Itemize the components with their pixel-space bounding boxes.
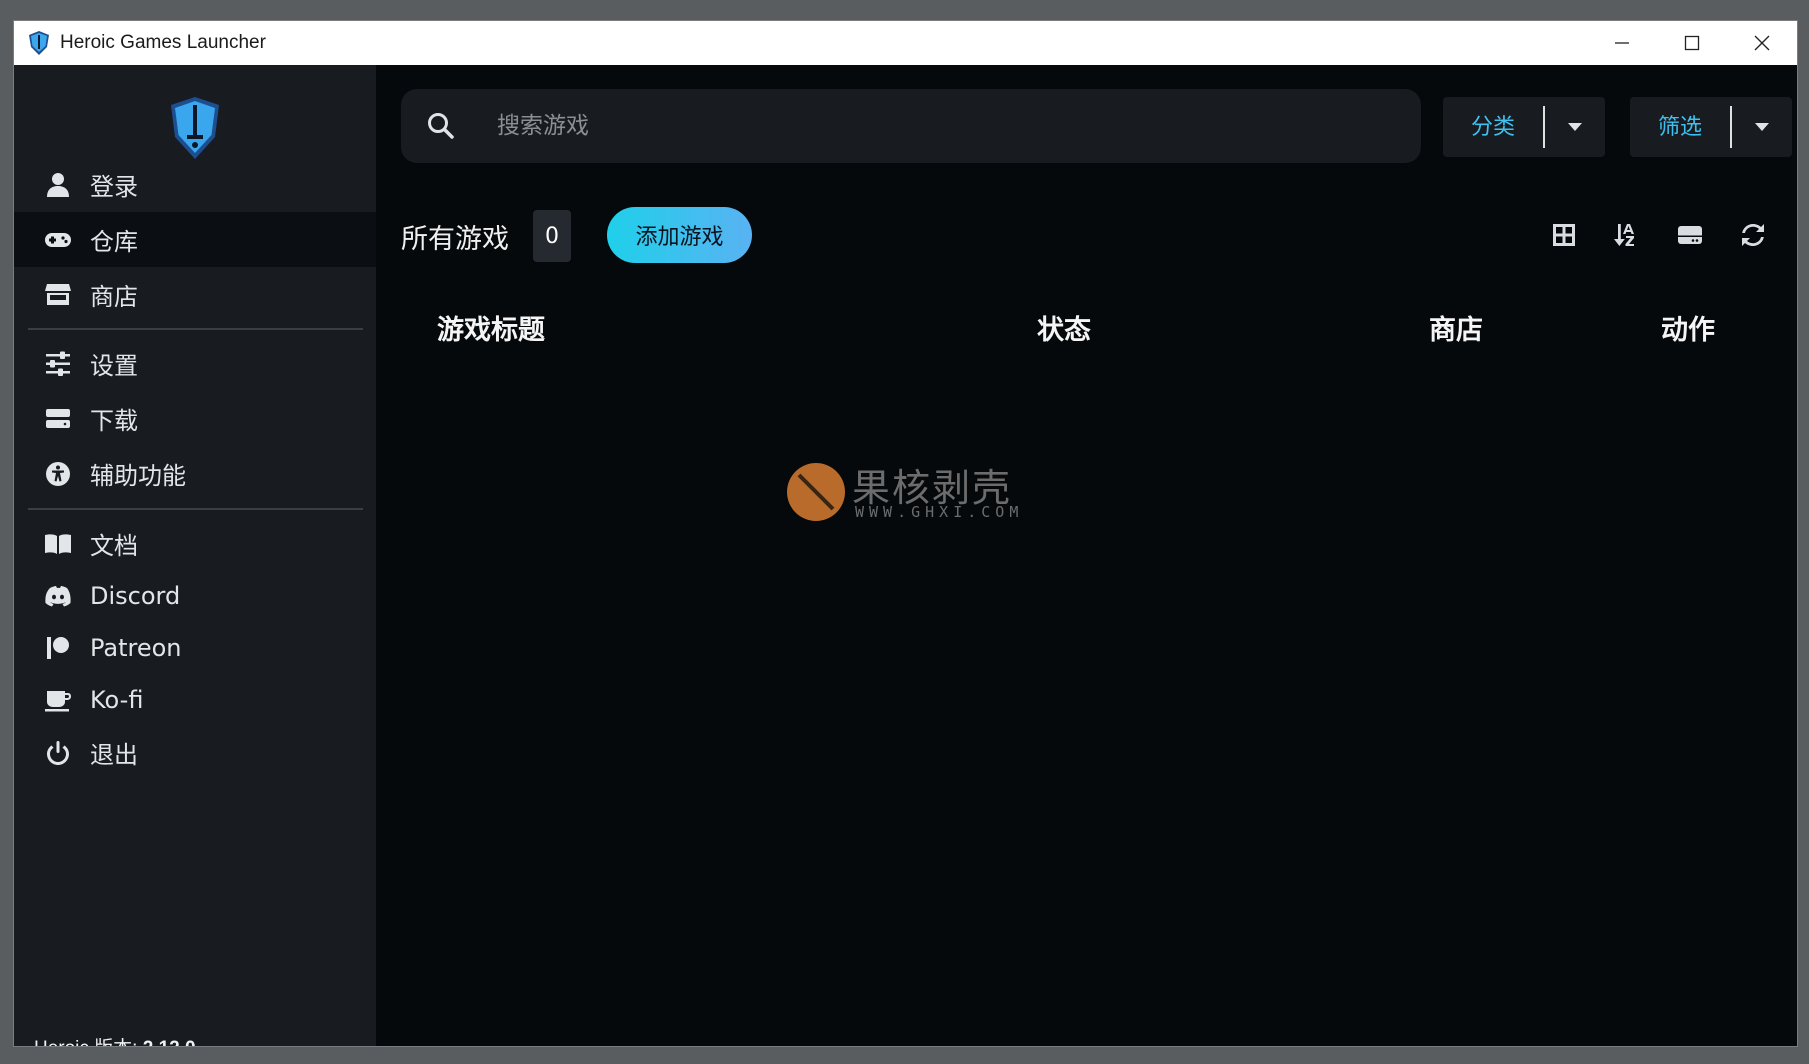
sidebar-item-label: 设置 bbox=[90, 352, 138, 380]
sidebar-item-store[interactable]: 商店 bbox=[14, 267, 376, 322]
gamepad-icon bbox=[40, 222, 76, 258]
column-header-store[interactable]: 商店 bbox=[1429, 308, 1483, 347]
search-bar bbox=[401, 89, 1421, 163]
sidebar-item-docs[interactable]: 文档 bbox=[14, 516, 376, 571]
game-count-badge: 0 bbox=[533, 210, 571, 262]
sort-alpha-icon[interactable] bbox=[1606, 215, 1646, 255]
sidebar-item-label: 文档 bbox=[90, 532, 138, 560]
version-number: 2.12.0 bbox=[143, 1038, 196, 1046]
power-icon bbox=[40, 735, 76, 771]
sidebar-item-settings[interactable]: 设置 bbox=[14, 336, 376, 391]
accessibility-icon bbox=[40, 456, 76, 492]
minimize-button[interactable] bbox=[1587, 21, 1657, 65]
sidebar-item-label: 商店 bbox=[90, 283, 138, 311]
caret-down-icon[interactable] bbox=[1545, 123, 1605, 131]
main-content: 分类 筛选 所有游戏 0 添加游戏 游戏标题 状态 bbox=[376, 65, 1797, 1046]
search-input[interactable] bbox=[497, 113, 1257, 139]
sidebar-item-kofi[interactable]: Ko-fi bbox=[14, 672, 376, 727]
coffee-icon bbox=[40, 682, 76, 718]
maximize-button[interactable] bbox=[1657, 21, 1727, 65]
sidebar-item-accessibility[interactable]: 辅助功能 bbox=[14, 446, 376, 501]
sidebar-item-downloads[interactable]: 下载 bbox=[14, 391, 376, 446]
sidebar-item-label: 下载 bbox=[90, 407, 138, 435]
sidebar-item-discord[interactable]: Discord bbox=[14, 568, 376, 623]
app-window: Heroic Games Launcher 登录 仓库 商店 设置 下载 辅助功… bbox=[13, 20, 1798, 1047]
refresh-icon[interactable] bbox=[1733, 215, 1773, 255]
version-label: Heroic 版本: bbox=[34, 1038, 137, 1046]
close-icon bbox=[1754, 35, 1770, 51]
add-game-button[interactable]: 添加游戏 bbox=[607, 207, 752, 263]
patreon-icon bbox=[40, 630, 76, 666]
window-title: Heroic Games Launcher bbox=[60, 32, 266, 53]
column-header-status[interactable]: 状态 bbox=[1037, 308, 1091, 347]
sidebar-item-label: Ko-fi bbox=[90, 685, 144, 714]
sidebar-item-library[interactable]: 仓库 bbox=[14, 212, 376, 267]
hdd-icon bbox=[40, 401, 76, 437]
sidebar-item-quit[interactable]: 退出 bbox=[14, 725, 376, 780]
sidebar-item-login[interactable]: 登录 bbox=[14, 157, 376, 212]
storage-icon[interactable] bbox=[1670, 215, 1710, 255]
heroic-logo[interactable] bbox=[169, 95, 221, 161]
filter-label: 筛选 bbox=[1658, 114, 1703, 140]
close-button[interactable] bbox=[1727, 21, 1797, 65]
sidebar-item-label: 仓库 bbox=[90, 228, 138, 256]
sidebar-divider bbox=[28, 328, 363, 330]
user-icon bbox=[40, 167, 76, 203]
discord-icon bbox=[40, 578, 76, 614]
sidebar: 登录 仓库 商店 设置 下载 辅助功能 文档 Discord Patreon K… bbox=[14, 65, 376, 1046]
sidebar-item-label: Discord bbox=[90, 581, 181, 610]
caret-down-icon[interactable] bbox=[1732, 123, 1792, 131]
column-header-title[interactable]: 游戏标题 bbox=[437, 308, 545, 347]
library-heading: 所有游戏 bbox=[401, 224, 509, 255]
watermark-subtext: WWW.GHXI.COM bbox=[855, 503, 1024, 521]
sidebar-item-label: 退出 bbox=[90, 741, 138, 769]
filter-dropdown[interactable]: 筛选 bbox=[1630, 97, 1792, 157]
category-label: 分类 bbox=[1471, 114, 1516, 140]
sidebar-item-label: 登录 bbox=[90, 173, 138, 201]
category-dropdown[interactable]: 分类 bbox=[1443, 97, 1605, 157]
book-icon bbox=[40, 526, 76, 562]
search-icon bbox=[428, 113, 454, 139]
watermark: 果核剥壳 WWW.GHXI.COM bbox=[787, 457, 1027, 527]
heroic-app-icon bbox=[29, 31, 49, 55]
sidebar-divider bbox=[28, 508, 363, 510]
maximize-icon bbox=[1684, 35, 1700, 51]
sidebar-item-label: Patreon bbox=[90, 633, 182, 662]
store-icon bbox=[40, 277, 76, 313]
title-bar: Heroic Games Launcher bbox=[14, 21, 1797, 65]
sliders-icon bbox=[40, 346, 76, 382]
grid-view-icon[interactable] bbox=[1544, 215, 1584, 255]
watermark-logo-icon bbox=[787, 463, 845, 521]
minimize-icon bbox=[1615, 42, 1629, 44]
sidebar-item-patreon[interactable]: Patreon bbox=[14, 620, 376, 675]
version-info: Heroic 版本: 2.12.0 bbox=[34, 1033, 196, 1046]
column-header-actions[interactable]: 动作 bbox=[1661, 308, 1715, 347]
sidebar-item-label: 辅助功能 bbox=[90, 462, 186, 490]
